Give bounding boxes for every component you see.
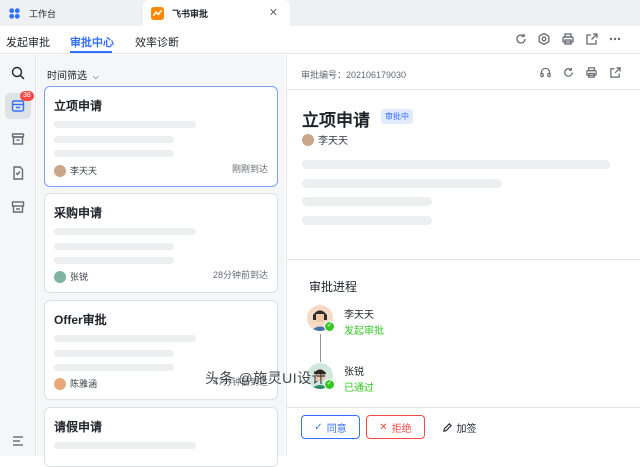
placeholder-line xyxy=(302,197,432,206)
placeholder-line xyxy=(54,121,196,128)
card-title: 采购申请 xyxy=(54,206,103,220)
approve-button[interactable]: ✓ 同意 xyxy=(301,415,360,439)
approval-detail: 审批编号：202106179030 立项申请 审批中 李天天 审批进程 ✓ ✓ … xyxy=(286,55,640,456)
placeholder-line xyxy=(54,150,174,157)
detail-applicant: 李天天 xyxy=(302,132,348,147)
placeholder-line xyxy=(54,335,196,342)
card-time: 刚刚到达 xyxy=(231,164,268,174)
nav-approval-center[interactable]: 审批中心 xyxy=(70,34,114,50)
approval-number: 审批编号：202106179030 xyxy=(301,70,407,80)
chevron-down-icon: ⌵ xyxy=(92,72,99,81)
process-connector xyxy=(320,334,321,362)
card-user-name: 张锐 xyxy=(70,272,89,282)
detail-applicant-name: 李天天 xyxy=(318,136,348,147)
avatar xyxy=(302,133,314,146)
menu-collapse-icon[interactable] xyxy=(10,433,26,449)
card-title: 立项申请 xyxy=(54,99,103,113)
placeholder-line xyxy=(54,442,196,449)
placeholder-line xyxy=(54,228,196,235)
open-external-icon[interactable] xyxy=(609,66,622,79)
tab-approval-label: 飞书审批 xyxy=(172,8,209,19)
placeholder-line xyxy=(302,179,502,188)
placeholder-line xyxy=(54,243,174,250)
close-icon[interactable]: ✕ xyxy=(269,6,278,19)
card-user: 李天天 xyxy=(54,164,97,177)
avatar xyxy=(54,377,66,390)
list-item[interactable]: 采购申请 张锐 28分钟前到达 xyxy=(44,193,278,293)
left-sidebar: 38 xyxy=(0,55,36,456)
process-title: 审批进程 xyxy=(309,280,358,294)
print-icon[interactable] xyxy=(585,66,598,79)
pending-count-badge: 38 xyxy=(20,91,34,101)
card-title: Offer审批 xyxy=(54,313,107,327)
inbox-icon[interactable] xyxy=(10,199,26,215)
placeholder-line xyxy=(302,160,610,169)
more-icon[interactable] xyxy=(608,32,622,46)
step-name: 张锐 xyxy=(344,367,364,378)
check-icon: ✓ xyxy=(324,321,335,332)
add-sign-label: 加签 xyxy=(456,423,477,435)
close-icon: ✕ xyxy=(379,421,388,433)
approve-label: 同意 xyxy=(326,423,347,435)
refresh-icon[interactable] xyxy=(562,66,575,79)
tab-workspace-label: 工作台 xyxy=(29,8,57,19)
detail-toolbar: 审批编号：202106179030 xyxy=(287,55,640,90)
nav-initiate[interactable]: 发起审批 xyxy=(6,34,50,50)
placeholder-line xyxy=(54,364,174,371)
status-badge: 审批中 xyxy=(381,109,413,124)
card-user: 陈雅涵 xyxy=(54,377,97,390)
tab-workspace[interactable]: 工作台 xyxy=(0,0,140,26)
tab-approval[interactable]: 飞书审批 ✕ xyxy=(143,0,290,26)
add-sign-button[interactable]: 加签 xyxy=(437,415,481,439)
step-status: 已通过 xyxy=(344,383,374,394)
refresh-icon[interactable] xyxy=(514,32,528,46)
time-filter[interactable]: 时间筛选 ⌵ xyxy=(47,67,99,82)
card-user-name: 李天天 xyxy=(70,166,98,176)
browser-tab-bar: 工作台 飞书审批 ✕ xyxy=(0,0,640,26)
placeholder-line xyxy=(54,136,174,143)
open-external-icon[interactable] xyxy=(585,32,599,46)
step-status: 发起审批 xyxy=(344,326,384,337)
search-icon[interactable] xyxy=(10,65,26,81)
card-time: 28分钟前到达 xyxy=(212,270,268,280)
settings-icon[interactable] xyxy=(537,32,551,46)
list-item[interactable]: 请假申请 xyxy=(44,407,278,467)
placeholder-line xyxy=(54,350,174,357)
approval-app-icon xyxy=(151,6,164,20)
card-user: 张锐 xyxy=(54,270,88,283)
reject-button[interactable]: ✕ 拒绝 xyxy=(366,415,425,439)
placeholder-line xyxy=(302,216,432,225)
print-icon[interactable] xyxy=(561,32,575,46)
archive-icon[interactable] xyxy=(10,131,26,147)
step-name: 李天天 xyxy=(344,310,374,321)
list-item[interactable]: 立项申请 李天天 刚刚到达 xyxy=(44,86,278,187)
avatar xyxy=(54,164,66,177)
nav-efficiency[interactable]: 效率诊断 xyxy=(135,34,179,50)
headset-icon[interactable] xyxy=(539,66,552,79)
watermark: 头条 @施灵UI设计 xyxy=(205,370,327,386)
card-title: 请假申请 xyxy=(54,420,103,434)
action-bar: ✓ 同意 ✕ 拒绝 加签 xyxy=(287,407,640,456)
card-user-name: 陈雅涵 xyxy=(70,379,98,389)
detail-title: 立项申请 xyxy=(302,111,370,130)
app-header: 发起审批 审批中心 效率诊断 xyxy=(0,26,640,54)
edit-icon xyxy=(442,422,452,432)
avatar xyxy=(54,270,66,283)
check-icon: ✓ xyxy=(314,421,323,433)
time-filter-label: 时间筛选 xyxy=(47,71,87,82)
section-divider xyxy=(287,259,640,260)
active-tab-indicator xyxy=(70,51,112,53)
placeholder-line xyxy=(54,257,174,264)
document-check-icon[interactable] xyxy=(10,165,26,181)
reject-label: 拒绝 xyxy=(391,423,412,435)
workspace-icon xyxy=(9,7,20,19)
approval-list: 时间筛选 ⌵ 立项申请 李天天 刚刚到达 采购申请 张锐 28分钟前到达 Off… xyxy=(37,55,285,467)
